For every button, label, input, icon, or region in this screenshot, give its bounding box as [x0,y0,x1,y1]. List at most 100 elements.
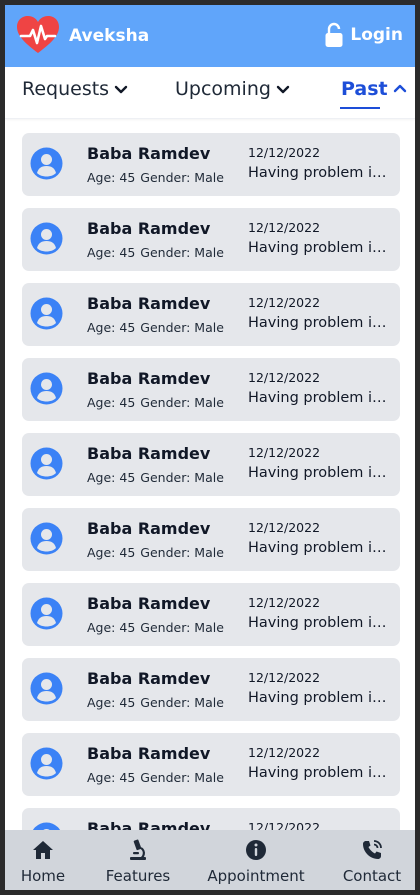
patient-name: Baba Ramdev [87,819,211,830]
patient-age: Age: 45 [87,245,136,260]
appointment-date: 12/12/2022 [248,220,321,235]
nav-features-label: Features [105,867,171,885]
patient-gender: Gender: Male [140,545,224,560]
phone-call-icon [363,840,382,859]
patient-name: Baba Ramdev [87,519,211,538]
tab-past-label: Past [341,78,388,100]
appointment-description: Having problem in ... [248,315,394,331]
appointment-description: Having problem in ... [248,690,394,706]
nav-appointment[interactable]: Appointment [207,830,305,890]
patient-meta: Age: 45 Gender: Male [87,770,224,785]
nav-contact-label: Contact [342,867,402,885]
appointment-date: 12/12/2022 [248,595,321,610]
patient-name: Baba Ramdev [87,444,211,463]
patient-age: Age: 45 [87,545,136,560]
patient-age: Age: 45 [87,170,136,185]
patient-age: Age: 45 [87,620,136,635]
patient-gender: Gender: Male [140,320,224,335]
user-avatar-icon [30,222,63,255]
appointment-card[interactable]: Baba Ramdev Age: 45Gender: Male 12/12/2022… [22,208,400,271]
user-avatar-icon [30,447,63,480]
active-tab-indicator [340,107,380,109]
patient-meta: Age: 45 Gender: Male [87,245,224,260]
patient-age: Age: 45 [87,320,136,335]
patient-meta: Age: 45 Gender: Male [87,320,224,335]
user-avatar-icon [30,147,63,180]
appointment-card[interactable]: Baba Ramdev Age: 45 Gender: Male 12/12/2022… [22,583,400,646]
bottom-nav: Home Features Appointment Contact [5,830,415,890]
patient-gender: Gender: Male [140,470,224,485]
appointment-card[interactable]: Baba Ramdev Age: 45 Gender: Male 12/12/2022… [22,133,400,196]
appointment-tabs: Requests Upcoming Past [5,67,415,119]
user-avatar-icon [30,597,63,630]
appointment-card[interactable]: Baba Ramdev Age: 45 Gender: Male 12/12/2022… [22,433,400,496]
appointment-card[interactable]: Baba Ramdev Age: 45 Gender: Male 12/12/2022… [22,283,400,346]
appointment-card[interactable]: Baba RamdevAge: 45Gender: Male12/12/2022… [22,658,400,721]
patient-name: Baba Ramdev [87,219,211,238]
patient-meta: Age: 45 Gender: Male [87,170,224,185]
user-avatar-icon [30,522,63,555]
patient-meta: Age: 45 Gender: Male [87,545,224,560]
appointment-description: Having problem in ... [248,390,394,406]
patient-meta: Age: 45 Gender: Male [87,695,224,710]
nav-home[interactable]: Home [20,830,66,890]
user-avatar-icon [30,747,63,780]
tab-requests-label: Requests [22,78,110,100]
lock-open-icon [325,22,343,47]
appointment-date: 12/12/2022 [248,145,321,160]
appointment-date: 12/12/2022 [248,295,321,310]
chevron-down-icon [276,85,290,94]
tab-upcoming[interactable]: Upcoming [175,78,291,100]
appointment-description: Having problem in ... [248,465,394,481]
appointment-description: Having problem in ... [248,165,394,181]
user-avatar-icon [30,297,63,330]
patient-age: Age: 45 [87,695,136,710]
appointment-card[interactable]: Baba RamdevAge: 45Gender: Male12/12/2022… [22,733,400,796]
patient-name: Baba Ramdev [87,669,211,688]
info-icon [246,840,266,860]
tab-upcoming-label: Upcoming [175,78,271,100]
patient-age: Age: 45 [87,470,136,485]
chevron-up-icon [393,84,406,93]
appointment-description: Having problem in ... [248,765,394,781]
login-label: Login [350,25,403,45]
nav-features[interactable]: Features [105,830,171,890]
patient-gender: Gender: Male [140,695,224,710]
appointment-date: 12/12/2022 [248,520,321,535]
login-button[interactable]: Login [324,22,403,48]
appointment-card[interactable]: Baba RamdevAge: 45Gender: Male12/12/2022… [22,808,400,830]
patient-meta: Age: 45 Gender: Male [87,470,224,485]
user-avatar-icon [30,672,63,705]
appointment-card[interactable]: Baba Ramdev Age: 45Gender: Male 12/12/2022… [22,358,400,421]
patient-gender: Gender: Male [140,620,224,635]
home-icon [33,841,53,859]
microscope-icon [130,839,146,861]
app-frame: Aveksha Login Requests Upcoming Past Bab… [5,5,415,890]
user-avatar-icon [32,822,61,830]
app-header: Aveksha Login [5,5,415,67]
appointment-date: 12/12/2022 [248,445,321,460]
patient-gender: Gender: Male [140,770,224,785]
patient-name: Baba Ramdev [87,369,211,388]
user-avatar-icon [30,372,63,405]
patient-name: Baba Ramdev [87,594,211,613]
appointment-card[interactable]: Baba Ramdev Age: 45 Gender: Male 12/12/2022… [22,508,400,571]
chevron-down-icon [114,85,128,94]
patient-age: Age: 45 [87,395,136,410]
appointment-description: Having problem in ... [248,615,394,631]
patient-name: Baba Ramdev [87,294,211,313]
patient-age: Age: 45 [87,770,136,785]
appointment-date: 12/12/2022 [248,820,321,830]
patient-gender: Gender: Male [140,170,224,185]
patient-meta: Age: 45 Gender: Male [87,395,224,410]
tab-past[interactable]: Past [341,78,408,100]
nav-home-label: Home [20,867,66,885]
patient-name: Baba Ramdev [87,144,211,163]
appointment-description: Having problem in ... [248,540,394,556]
appointment-list[interactable]: Baba Ramdev Age: 45 Gender: Male 12/12/2022… [5,119,415,830]
nav-contact[interactable]: Contact [342,830,402,890]
patient-meta: Age: 45 Gender: Male [87,620,224,635]
appointment-date: 12/12/2022 [248,370,321,385]
app-brand: Aveksha [69,26,150,46]
tab-requests[interactable]: Requests [22,78,129,100]
